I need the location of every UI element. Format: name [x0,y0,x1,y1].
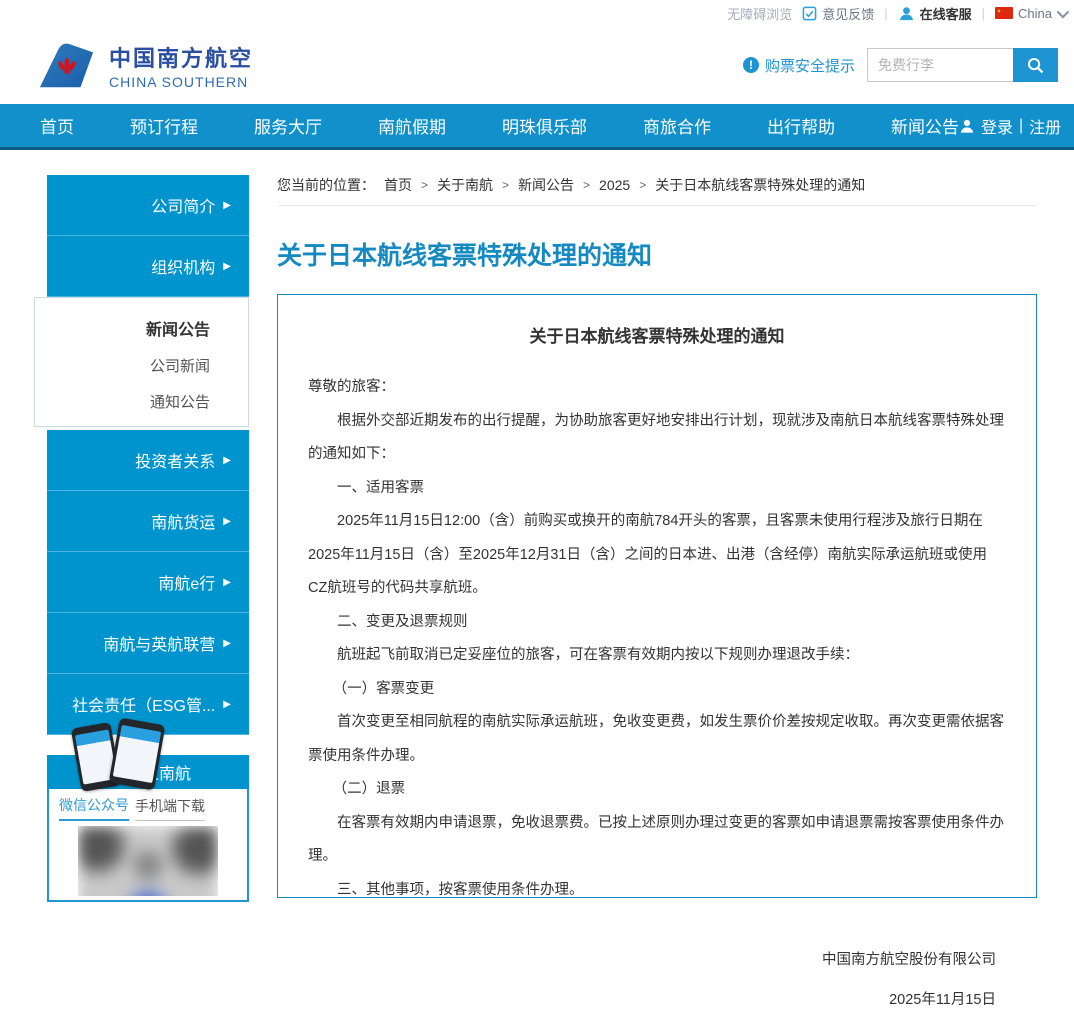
feedback-form-icon [802,6,817,21]
article-paragraph: 2025年11月15日12:00（含）前购买或换开的南航784开头的客票，且客票… [308,505,1006,606]
article-paragraph: 尊敬的旅客： [308,371,1006,405]
ticket-safety-tip-link[interactable]: ! 购票安全提示 [743,55,855,76]
nav-item-home[interactable]: 首页 [40,113,74,138]
account-links: 登录 | 注册 [959,114,1061,138]
phone-image-right [109,718,166,791]
sidebar-item-investor-relations[interactable]: 投资者关系▶ [47,430,249,491]
brand-text: 中国南方航空 CHINA SOUTHERN [109,41,253,90]
article-paragraph: 在客票有效期内申请退票，免收退票费。已按上述原则办理过变更的客票如申请退票需按客… [308,807,1006,874]
tab-app-download[interactable]: 手机端下载 [135,796,205,821]
chevron-right-icon: ▶ [223,455,231,466]
chevron-right-icon: ▶ [223,516,231,527]
customer-service-icon [898,5,915,22]
mobile-app-promo: 掌上南航 微信公众号 手机端下载 [47,721,249,902]
sidebar-item-ba-joint-venture[interactable]: 南航与英航联营▶ [47,613,249,674]
chevron-right-icon: ▶ [223,699,231,710]
feedback-link[interactable]: 意见反馈 [802,4,874,23]
main-nav-items: 首页 预订行程 服务大厅 南航假期 明珠俱乐部 商旅合作 出行帮助 新闻公告 [40,113,959,138]
tailfin-logo-icon [37,40,95,90]
chevron-right-icon: ▶ [223,261,231,272]
article-section-heading: 二、变更及退票规则 [308,606,1006,640]
article-title: 关于日本航线客票特殊处理的通知 [308,322,1006,347]
breadcrumb-separator: > [583,178,590,192]
topbar-divider: | [884,6,887,21]
tab-wechat-account[interactable]: 微信公众号 [59,795,129,821]
region-selector[interactable]: China [995,6,1066,21]
site-header: 中国南方航空 CHINA SOUTHERN ! 购票安全提示 [0,26,1074,104]
main-nav: 首页 预订行程 服务大厅 南航假期 明珠俱乐部 商旅合作 出行帮助 新闻公告 登… [0,104,1074,147]
breadcrumb-separator: > [502,178,509,192]
article-section-heading: 一、适用客票 [308,472,1006,506]
breadcrumb-home[interactable]: 首页 [384,175,412,195]
brand-name-cn: 中国南方航空 [109,41,253,73]
nav-item-holidays[interactable]: 南航假期 [378,113,446,138]
site-search [867,48,1058,82]
sidebar-item-cargo[interactable]: 南航货运▶ [47,491,249,552]
wechat-qr-code-image [78,826,218,896]
nav-bottom-strip [0,147,1074,150]
nav-item-booking[interactable]: 预订行程 [130,113,198,138]
breadcrumb-about[interactable]: 关于南航 [437,175,493,195]
article-paragraph: 首次变更至相同航程的南航实际承运航班，免收变更费，如发生票价价差按规定收取。再次… [308,706,1006,773]
nav-item-travel-help[interactable]: 出行帮助 [767,113,835,138]
article-body: 尊敬的旅客： 根据外交部近期发布的出行提醒，为协助旅客更好地安排出行计划，现就涉… [308,371,1006,907]
header-right: ! 购票安全提示 [743,48,1058,82]
user-icon [959,118,975,134]
notice-article: 关于日本航线客票特殊处理的通知 尊敬的旅客： 根据外交部近期发布的出行提醒，为协… [277,294,1037,898]
topbar-divider: | [982,6,985,21]
search-input[interactable] [867,48,1013,82]
breadcrumb-separator: > [421,178,428,192]
sidebar-item-news-active[interactable]: 新闻公告 [35,316,210,340]
info-icon: ! [743,57,759,73]
breadcrumb-separator: > [639,178,646,192]
login-divider: | [1019,117,1023,135]
search-button[interactable] [1013,48,1058,82]
main-content: 您当前的位置： 首页 > 关于南航 > 新闻公告 > 2025 > 关于日本航线… [277,175,1037,898]
signature-date: 2025年11月15日 [308,980,996,1020]
article-paragraph: 航班起飞前取消已定妥座位的旅客，可在客票有效期内按以下规则办理退改手续： [308,639,1006,673]
article-signature: 中国南方航空股份有限公司 2025年11月15日 [308,940,1006,1020]
page-title: 关于日本航线客票特殊处理的通知 [277,236,1037,272]
nav-item-news[interactable]: 新闻公告 [891,113,959,138]
sidebar-subitem-company-news[interactable]: 公司新闻 [35,355,210,376]
breadcrumb-news[interactable]: 新闻公告 [518,175,574,195]
chevron-down-icon [1057,5,1070,18]
article-subsection-heading: （二）退票 [308,773,1006,807]
nav-item-sky-pearl-club[interactable]: 明珠俱乐部 [502,113,587,138]
promo-panel: 微信公众号 手机端下载 [47,789,249,902]
brand-name-en: CHINA SOUTHERN [109,74,253,90]
promo-tabs: 微信公众号 手机端下载 [49,789,247,821]
breadcrumb-year[interactable]: 2025 [599,177,630,193]
sidebar-subitem-notices[interactable]: 通知公告 [35,391,210,412]
nav-item-service-hall[interactable]: 服务大厅 [254,113,322,138]
breadcrumb: 您当前的位置： 首页 > 关于南航 > 新闻公告 > 2025 > 关于日本航线… [277,175,1037,206]
article-subsection-heading: （一）客票变更 [308,673,1006,707]
breadcrumb-label: 您当前的位置： [277,175,375,195]
sidebar-item-company-profile[interactable]: 公司简介▶ [47,175,249,236]
signature-company: 中国南方航空股份有限公司 [308,940,996,980]
article-paragraph: 根据外交部近期发布的出行提醒，为协助旅客更好地安排出行计划，现就涉及南航日本航线… [308,405,1006,472]
chevron-right-icon: ▶ [223,638,231,649]
china-flag-icon [995,7,1013,19]
sidebar-active-panel: 新闻公告 公司新闻 通知公告 [34,297,249,427]
chevron-right-icon: ▶ [223,200,231,211]
online-service-link[interactable]: 在线客服 [898,4,972,23]
chevron-right-icon: ▶ [223,577,231,588]
breadcrumb-current: 关于日本航线客票特殊处理的通知 [655,175,865,195]
phones-image [72,721,182,791]
accessibility-link[interactable]: 无障碍浏览 [727,4,792,23]
register-link[interactable]: 注册 [1029,114,1061,138]
sidebar-item-e-travel[interactable]: 南航e行▶ [47,552,249,613]
sidebar-item-organization[interactable]: 组织机构▶ [47,236,249,297]
login-link[interactable]: 登录 [981,114,1013,138]
top-utility-bar: 无障碍浏览 意见反馈 | 在线客服 | China [0,0,1074,26]
nav-item-corporate-travel[interactable]: 商旅合作 [643,113,711,138]
sidebar-menu: 公司简介▶ 组织机构▶ 新闻公告 公司新闻 通知公告 投资者关系▶ 南航货运▶ … [47,175,249,735]
brand-logo[interactable]: 中国南方航空 CHINA SOUTHERN [37,40,253,90]
search-icon [1026,56,1045,75]
